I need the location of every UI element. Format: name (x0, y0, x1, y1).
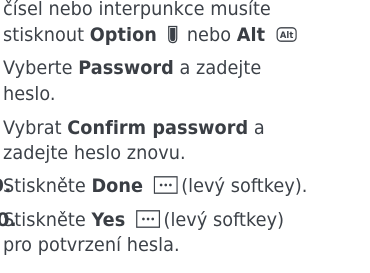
line-4-text: heslo. (3, 83, 56, 105)
line-7-suffix: (levý softkey). (181, 175, 308, 197)
line-7-prefix: Stiskněte (3, 175, 92, 197)
line-3-suffix: a zadejte (173, 57, 262, 79)
line-8-suffix: (levý softkey) (163, 209, 285, 231)
text-line-9: pro potvrzení hesla. (3, 234, 180, 256)
line-5-prefix: Vybrat (3, 117, 68, 139)
text-line-3: Vyberte Password a zadejte (3, 57, 261, 79)
yes-term: Yes (91, 209, 126, 231)
text-line-4: heslo. (3, 83, 56, 105)
line-3-prefix: Vyberte (3, 57, 79, 79)
alt-key-icon: Alt (276, 27, 297, 42)
text-line-2: stisknout Option nebo Alt Alt (3, 24, 297, 46)
line-2-connector: nebo (181, 24, 237, 46)
option-key-icon (167, 25, 177, 44)
line-6-text: zadejte heslo znovu. (3, 142, 186, 164)
text-line-6: zadejte heslo znovu. (3, 142, 186, 164)
text-line-5: Vybrat Confirm password a (3, 117, 265, 139)
text-line-7: Stiskněte Done (levý softkey). (3, 175, 307, 197)
alt-key-icon-label: Alt (280, 31, 293, 41)
line-8-prefix: Stiskněte (3, 209, 92, 231)
alt-key-term: Alt (236, 24, 266, 46)
line-5-suffix: a (248, 117, 265, 139)
done-term: Done (91, 175, 144, 197)
confirm-password-term: Confirm password (67, 117, 249, 139)
line-1-text: čísel nebo interpunkce musíte (3, 0, 271, 20)
manual-page: čísel nebo interpunkce musíte stisknout … (0, 0, 370, 273)
line-2-prefix: stisknout (3, 24, 90, 46)
left-softkey-icon (135, 210, 160, 228)
password-term: Password (78, 57, 174, 79)
option-key-term: Option (89, 24, 157, 46)
text-line-1: čísel nebo interpunkce musíte (3, 0, 271, 20)
line-9-text: pro potvrzení hesla. (3, 234, 180, 256)
text-line-8: Stiskněte Yes (levý softkey) (3, 209, 284, 231)
left-softkey-icon (153, 176, 178, 194)
